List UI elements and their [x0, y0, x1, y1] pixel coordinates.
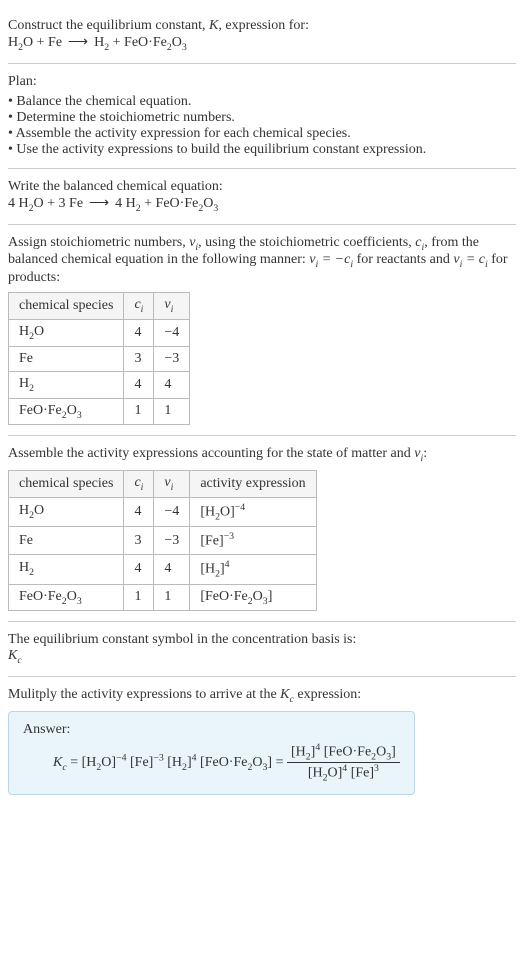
kc-symbol: Kc: [8, 648, 516, 666]
cell-activity: [H2]4: [190, 555, 316, 584]
multiply-text: Mulitply the activity expressions to arr…: [8, 687, 516, 705]
rel1: νi = −ci: [309, 252, 353, 267]
col-activity: activity expression: [190, 471, 316, 498]
balanced-equation: 4 H2O + 3 Fe⟶4 H2 + FeO·Fe2O3: [8, 195, 516, 214]
cell-activity: [FeO·Fe2O3]: [190, 584, 316, 611]
c-i: ci: [415, 235, 424, 250]
table-row: FeO·Fe2O311[FeO·Fe2O3]: [9, 584, 317, 611]
kc-symbol-section: The equilibrium constant symbol in the c…: [8, 622, 516, 677]
activity-table: chemical species ci νi activity expressi…: [8, 470, 317, 611]
table-row: Fe3−3[Fe]−3: [9, 527, 317, 555]
col-ci: ci: [124, 293, 154, 320]
cell-species: H2: [9, 555, 124, 584]
activity-t1: Assemble the activity expressions accoun…: [8, 446, 414, 461]
answer-label: Answer:: [23, 722, 400, 738]
intro-line: Construct the equilibrium constant, K, e…: [8, 18, 516, 34]
plan-item: Use the activity expressions to build th…: [8, 142, 516, 158]
plan-list: Balance the chemical equation. Determine…: [8, 94, 516, 158]
cell-species: FeO·Fe2O3: [9, 398, 124, 425]
stoich-t2: , using the stoichiometric coefficients,: [198, 235, 415, 250]
col-species: chemical species: [9, 471, 124, 498]
answer-box: Answer: Kc = [H2O]−4 [Fe]−3 [H2]4 [FeO·F…: [8, 711, 415, 795]
table-row: FeO·Fe2O311: [9, 398, 190, 425]
cell-ci: 1: [124, 398, 154, 425]
cell-ci: 1: [124, 584, 154, 611]
balanced-title: Write the balanced chemical equation:: [8, 179, 516, 195]
fraction-numerator: [H2]4 [FeO·Fe2O3]: [287, 742, 400, 763]
kc-symbol-title: The equilibrium constant symbol in the c…: [8, 632, 516, 648]
multiply-section: Mulitply the activity expressions to arr…: [8, 677, 516, 805]
plan-item: Assemble the activity expression for eac…: [8, 126, 516, 142]
table-row: Fe3−3: [9, 346, 190, 371]
activity-text: Assemble the activity expressions accoun…: [8, 446, 516, 464]
plan-item: Balance the chemical equation.: [8, 94, 516, 110]
activity-section: Assemble the activity expressions accoun…: [8, 436, 516, 622]
cell-ci: 4: [124, 371, 154, 398]
stoich-table: chemical species ci νi H2O4−4 Fe3−3 H244…: [8, 292, 190, 425]
cell-nu: −4: [154, 497, 190, 526]
table-row: H2O4−4: [9, 319, 190, 346]
col-nu: νi: [154, 293, 190, 320]
plan-section: Plan: Balance the chemical equation. Det…: [8, 64, 516, 169]
fraction: [H2]4 [FeO·Fe2O3] [H2O]4 [Fe]3: [287, 742, 400, 784]
mult-t2: expression:: [294, 687, 361, 702]
fraction-denominator: [H2O]4 [Fe]3: [287, 763, 400, 783]
cell-species: H2O: [9, 319, 124, 346]
col-nu: νi: [154, 471, 190, 498]
balanced-section: Write the balanced chemical equation: 4 …: [8, 169, 516, 225]
stoich-text: Assign stoichiometric numbers, νi, using…: [8, 235, 516, 287]
col-species: chemical species: [9, 293, 124, 320]
nu-i: νi: [189, 235, 198, 250]
stoich-t4: for reactants and: [353, 252, 453, 267]
table-row: H2O4−4[H2O]−4: [9, 497, 317, 526]
cell-nu: 1: [154, 398, 190, 425]
activity-t2: :: [423, 446, 427, 461]
intro-text-2: , expression for:: [218, 18, 309, 33]
cell-nu: −3: [154, 346, 190, 371]
intro-section: Construct the equilibrium constant, K, e…: [8, 8, 516, 64]
table-row: H244[H2]4: [9, 555, 317, 584]
cell-species: FeO·Fe2O3: [9, 584, 124, 611]
cell-species: H2: [9, 371, 124, 398]
cell-ci: 3: [124, 346, 154, 371]
cell-nu: −4: [154, 319, 190, 346]
cell-ci: 3: [124, 527, 154, 555]
cell-ci: 4: [124, 555, 154, 584]
col-ci: ci: [124, 471, 154, 498]
cell-ci: 4: [124, 497, 154, 526]
stoich-t1: Assign stoichiometric numbers,: [8, 235, 189, 250]
cell-nu: −3: [154, 527, 190, 555]
intro-text-1: Construct the equilibrium constant,: [8, 18, 209, 33]
mult-t1: Mulitply the activity expressions to arr…: [8, 687, 280, 702]
table-header-row: chemical species ci νi: [9, 293, 190, 320]
cell-species: Fe: [9, 527, 124, 555]
stoich-section: Assign stoichiometric numbers, νi, using…: [8, 225, 516, 437]
cell-nu: 4: [154, 555, 190, 584]
cell-ci: 4: [124, 319, 154, 346]
nu-i: νi: [414, 446, 423, 461]
kc-inline: Kc: [280, 687, 294, 702]
cell-nu: 4: [154, 371, 190, 398]
cell-species: Fe: [9, 346, 124, 371]
cell-activity: [Fe]−3: [190, 527, 316, 555]
k-symbol: K: [209, 18, 218, 33]
answer-equation: Kc = [H2O]−4 [Fe]−3 [H2]4 [FeO·Fe2O3] = …: [53, 742, 400, 784]
table-row: H244: [9, 371, 190, 398]
cell-species: H2O: [9, 497, 124, 526]
plan-title: Plan:: [8, 74, 516, 90]
unbalanced-equation: H2O + Fe⟶H2 + FeO·Fe2O3: [8, 34, 516, 53]
table-header-row: chemical species ci νi activity expressi…: [9, 471, 317, 498]
plan-item: Determine the stoichiometric numbers.: [8, 110, 516, 126]
cell-activity: [H2O]−4: [190, 497, 316, 526]
rel2: νi = ci: [453, 252, 487, 267]
cell-nu: 1: [154, 584, 190, 611]
